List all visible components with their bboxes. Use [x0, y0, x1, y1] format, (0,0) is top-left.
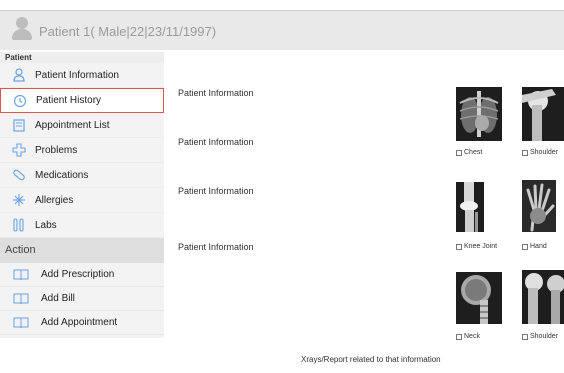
xray-caption-shoulder-2[interactable]: Shoulder [522, 333, 558, 340]
patient-header: Patient 1( Male|22|23/11/1997) [0, 10, 564, 50]
sidebar-item-label: Patient History [36, 95, 102, 106]
sidebar-item-label: Allergies [35, 194, 74, 206]
info-label-3: Patient Information [178, 186, 254, 196]
action-add-appointment[interactable]: Add Appointment [0, 311, 164, 335]
book-icon [13, 267, 29, 283]
sidebar-item-medications[interactable]: Medications [0, 163, 164, 188]
checkbox[interactable] [456, 149, 462, 156]
checkbox[interactable] [456, 333, 462, 340]
xray-neck-image[interactable] [456, 272, 502, 324]
lab-flask-icon [11, 217, 27, 233]
xray-shoulder-image[interactable] [522, 87, 564, 141]
sidebar: Patient Patient Information Patient Hist… [0, 52, 164, 338]
info-label-2: Patient Information [178, 137, 254, 147]
avatar [11, 17, 33, 40]
xray-caption-chest[interactable]: Chest [456, 149, 482, 156]
action-label: Add Appointment [41, 317, 118, 328]
action-add-bill[interactable]: Add Bill [0, 287, 164, 311]
xray-caption-neck[interactable]: Neck [456, 333, 480, 340]
history-icon [12, 93, 28, 109]
medical-cross-icon [11, 142, 27, 158]
sidebar-item-label: Appointment List [35, 119, 110, 131]
allergy-icon [11, 192, 27, 208]
patient-title: Patient 1( Male|22|23/11/1997) [39, 24, 217, 39]
footer-note: Xrays/Report related to that information [301, 355, 441, 364]
sidebar-item-label: Labs [35, 219, 57, 231]
xray-chest-image[interactable] [456, 87, 502, 141]
checkbox[interactable] [522, 243, 528, 250]
xray-knee-joint-image[interactable] [456, 182, 484, 232]
xray-shoulder-image[interactable] [522, 270, 564, 324]
section-label-patient: Patient [0, 52, 164, 63]
sidebar-item-problems[interactable]: Problems [0, 138, 164, 163]
xray-caption-shoulder[interactable]: Shoulder [522, 149, 558, 156]
checkbox[interactable] [456, 243, 462, 250]
sidebar-item-labs[interactable]: Labs [0, 213, 164, 238]
sidebar-item-label: Medications [35, 169, 89, 181]
action-label: Add Prescription [41, 269, 115, 280]
xray-caption-knee-joint[interactable]: Knee Joint [456, 243, 497, 250]
sidebar-item-label: Problems [35, 144, 78, 156]
info-label-1: Patient Information [178, 88, 254, 98]
book-icon [13, 315, 29, 331]
action-add-prescription[interactable]: Add Prescription [0, 263, 164, 287]
xray-hand-image[interactable] [522, 180, 556, 232]
checkbox[interactable] [522, 149, 528, 156]
pill-icon [11, 167, 27, 183]
sidebar-item-patient-information[interactable]: Patient Information [0, 63, 164, 88]
action-section-header: Action [0, 238, 164, 263]
checkbox[interactable] [522, 333, 528, 340]
info-label-4: Patient Information [178, 242, 254, 252]
xray-caption-hand[interactable]: Hand [522, 243, 547, 250]
sidebar-item-allergies[interactable]: Allergies [0, 188, 164, 213]
sidebar-item-patient-history[interactable]: Patient History [0, 88, 164, 113]
book-icon [13, 291, 29, 307]
sidebar-item-label: Patient Information [35, 69, 119, 81]
calendar-list-icon [11, 117, 27, 133]
person-icon [11, 67, 27, 83]
action-label: Add Bill [41, 293, 75, 304]
sidebar-item-appointment-list[interactable]: Appointment List [0, 113, 164, 138]
